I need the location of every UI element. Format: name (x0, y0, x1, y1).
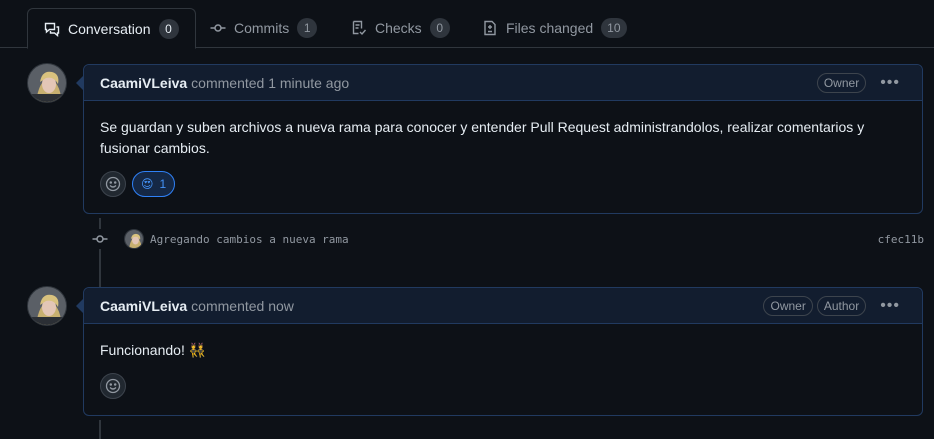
avatar[interactable] (124, 229, 144, 249)
author-badge: Author (816, 295, 867, 316)
owner-badge: Owner (816, 72, 867, 93)
commit-event: Agregando cambios a nueva rama cfec11b (90, 228, 924, 250)
comment-author[interactable]: CaamiVLeiva (100, 298, 187, 314)
git-commit-icon (210, 20, 226, 36)
checklist-icon (351, 20, 367, 36)
comment-timestamp[interactable]: commented 1 minute ago (191, 75, 349, 91)
file-diff-icon (482, 20, 498, 36)
add-reaction-button[interactable] (100, 373, 126, 399)
tab-checks-label: Checks (375, 20, 422, 36)
comment-card: CaamiVLeiva commented now Owner Author •… (76, 287, 923, 416)
avatar[interactable] (27, 63, 67, 103)
comment-timestamp[interactable]: commented now (191, 298, 294, 314)
heart-eyes-emoji: 😍 (141, 177, 154, 191)
tab-commits-label: Commits (234, 20, 290, 36)
tab-files-changed-count: 10 (601, 18, 627, 38)
tab-commits[interactable]: Commits 1 (194, 8, 333, 48)
tab-conversation-count: 0 (158, 18, 179, 39)
comment-author[interactable]: CaamiVLeiva (100, 75, 187, 91)
tab-files-changed[interactable]: Files changed 10 (466, 8, 643, 48)
comment-card: CaamiVLeiva commented 1 minute ago Owner… (76, 64, 923, 214)
pr-tab-bar: Conversation 0 Commits 1 Checks 0 Files … (0, 0, 934, 49)
kebab-menu-icon[interactable]: ••• (870, 74, 906, 92)
pull-request-page: Conversation 0 Commits 1 Checks 0 Files … (0, 0, 934, 439)
git-commit-icon (90, 229, 110, 249)
reactions-bar (84, 369, 922, 415)
comment-body: Se guardan y suben archivos a nueva rama… (100, 119, 865, 156)
tab-files-changed-label: Files changed (506, 20, 594, 36)
owner-badge: Owner (763, 295, 813, 316)
smiley-icon (105, 378, 121, 394)
tab-checks-count: 0 (429, 18, 450, 38)
commit-message[interactable]: Agregando cambios a nueva rama (150, 233, 349, 246)
tab-commits-count: 1 (297, 18, 318, 38)
reactions-bar: 😍 1 (84, 167, 922, 213)
avatar[interactable] (27, 286, 67, 326)
smiley-icon (105, 176, 121, 192)
tab-conversation-label: Conversation (68, 20, 151, 37)
timeline-line (99, 420, 101, 439)
reaction-count: 1 (159, 177, 167, 191)
comment-body: Funcionando! 👯 (100, 342, 207, 358)
comment-discussion-icon (44, 21, 60, 37)
comment-header: CaamiVLeiva commented now Owner Author •… (76, 288, 922, 324)
comment-header: CaamiVLeiva commented 1 minute ago Owner… (76, 65, 922, 101)
tab-conversation[interactable]: Conversation 0 (27, 8, 196, 49)
reaction-heart-eyes[interactable]: 😍 1 (132, 171, 176, 197)
add-reaction-button[interactable] (100, 171, 126, 197)
commit-sha[interactable]: cfec11b (878, 233, 924, 246)
kebab-menu-icon[interactable]: ••• (870, 297, 906, 315)
tab-checks[interactable]: Checks 0 (335, 8, 466, 48)
